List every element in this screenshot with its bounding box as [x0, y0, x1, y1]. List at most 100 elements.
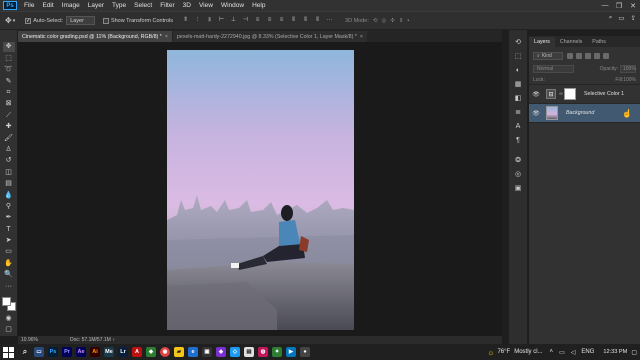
- distribute-hcenter-icon[interactable]: ⦀: [301, 16, 310, 25]
- type-filter-icon[interactable]: [584, 53, 591, 59]
- windows-start-icon[interactable]: [3, 346, 14, 358]
- layer-name[interactable]: Background: [566, 110, 594, 116]
- eye-icon[interactable]: 👁: [532, 91, 540, 98]
- app4-taskbar-icon[interactable]: ◇: [230, 347, 240, 357]
- show-transform-toggle[interactable]: Show Transform Controls: [102, 17, 173, 24]
- task-view-icon[interactable]: ▭: [34, 347, 44, 357]
- folder-taskbar-icon[interactable]: ▰: [174, 347, 184, 357]
- tab-channels[interactable]: Channels: [555, 37, 587, 47]
- quick-mask-icon[interactable]: ◉: [3, 313, 15, 323]
- photoshop-taskbar-icon[interactable]: Ps: [48, 347, 58, 357]
- app8-taskbar-icon[interactable]: ▶: [286, 347, 296, 357]
- menu-3d[interactable]: 3D: [179, 2, 195, 9]
- layer-thumbnail[interactable]: [546, 106, 558, 120]
- close-button[interactable]: ✕: [626, 0, 640, 11]
- paths-panel-icon[interactable]: ▣: [513, 184, 523, 194]
- menu-image[interactable]: Image: [58, 2, 84, 9]
- character-panel-icon[interactable]: A: [513, 122, 523, 132]
- align-left-icon[interactable]: ⊢: [217, 16, 226, 25]
- layer-name[interactable]: Selective Color 1: [584, 91, 624, 97]
- history-panel-icon[interactable]: ⟲: [513, 38, 523, 48]
- workspace-icon[interactable]: ▭: [618, 14, 624, 22]
- illustrator-taskbar-icon[interactable]: Ai: [90, 347, 100, 357]
- distribute-left-icon[interactable]: ⦀: [289, 16, 298, 25]
- pen-tool-icon[interactable]: ✒: [3, 213, 15, 223]
- quick-select-tool-icon[interactable]: ✎: [3, 76, 15, 86]
- menu-filter[interactable]: Filter: [156, 2, 178, 9]
- chevron-up-icon[interactable]: ˄: [550, 349, 554, 355]
- rotate-3d-icon[interactable]: ⟲: [373, 18, 378, 24]
- lightroom-taskbar-icon[interactable]: Lr: [118, 347, 128, 357]
- zoom-level[interactable]: 10.96%: [21, 337, 38, 343]
- chrome-taskbar-icon[interactable]: ◉: [160, 347, 170, 357]
- fill-input[interactable]: 100%: [623, 77, 636, 83]
- tab-layers[interactable]: Layers: [529, 37, 555, 47]
- scale-3d-icon[interactable]: ▪: [408, 18, 410, 24]
- color-panel-icon[interactable]: ◐: [513, 66, 523, 76]
- pixel-filter-icon[interactable]: [566, 53, 573, 59]
- tab-pexels-matt-hardy[interactable]: pexels-matt-hardy-2272940.jpg @ 8.33% (S…: [172, 31, 367, 42]
- align-vcenter-icon[interactable]: ⫶: [193, 16, 202, 25]
- menu-layer[interactable]: Layer: [84, 2, 108, 9]
- menu-type[interactable]: Type: [108, 2, 130, 9]
- search-icon[interactable]: ⌕: [609, 14, 613, 22]
- language-indicator[interactable]: ENG: [581, 349, 594, 355]
- app7-taskbar-icon[interactable]: ✦: [272, 347, 282, 357]
- distribute-right-icon[interactable]: ⦀: [313, 16, 322, 25]
- zoom-tool-icon[interactable]: 🔍: [3, 270, 15, 280]
- restore-button[interactable]: ❐: [612, 0, 626, 11]
- media-encoder-taskbar-icon[interactable]: Me: [104, 347, 114, 357]
- distribute-bottom-icon[interactable]: ≡: [277, 16, 286, 25]
- edge-taskbar-icon[interactable]: e: [188, 347, 198, 357]
- clock[interactable]: 12:33 PM: [603, 349, 627, 356]
- brush-tool-icon[interactable]: 🖌: [3, 133, 15, 143]
- app5-taskbar-icon[interactable]: ▤: [244, 347, 254, 357]
- swatches-panel-icon[interactable]: ▦: [513, 80, 523, 90]
- document-canvas[interactable]: [167, 50, 354, 330]
- roll-3d-icon[interactable]: ◎: [381, 18, 386, 24]
- tab-paths[interactable]: Paths: [587, 37, 611, 47]
- app-taskbar-icon[interactable]: ◆: [146, 347, 156, 357]
- share-icon[interactable]: ⇪: [631, 14, 636, 22]
- auto-select-toggle[interactable]: ✓ Auto-Select: Layer: [25, 16, 95, 25]
- channels-panel-icon[interactable]: ◎: [513, 170, 523, 180]
- brush-settings-icon[interactable]: ⬚: [513, 52, 523, 62]
- paragraph-panel-icon[interactable]: ¶: [513, 136, 523, 146]
- layer-row-selective-color[interactable]: 👁 ⊟ ∞ Selective Color 1: [529, 85, 640, 104]
- acrobat-taskbar-icon[interactable]: A: [132, 347, 142, 357]
- layer-mask-thumbnail[interactable]: [564, 88, 576, 100]
- more-options-icon[interactable]: ···: [325, 16, 334, 25]
- adjustment-filter-icon[interactable]: [575, 53, 582, 59]
- color-swatches[interactable]: [1, 296, 16, 311]
- eye-icon[interactable]: 👁: [532, 110, 540, 117]
- minimize-button[interactable]: —: [598, 0, 612, 11]
- opacity-input[interactable]: 100%: [620, 64, 636, 73]
- dodge-tool-icon[interactable]: ⚲: [3, 201, 15, 211]
- layer-row-background[interactable]: 👁 Background ☝: [529, 104, 640, 123]
- eyedropper-tool-icon[interactable]: ⟋: [3, 110, 15, 120]
- path-select-tool-icon[interactable]: ➤: [3, 236, 15, 246]
- move-tool-preset[interactable]: ✥ ▾: [5, 16, 15, 25]
- align-bottom-icon[interactable]: ⫫: [205, 16, 214, 25]
- align-hcenter-icon[interactable]: ⊥: [229, 16, 238, 25]
- search-icon[interactable]: ⌕: [20, 347, 30, 357]
- menu-help[interactable]: Help: [248, 2, 269, 9]
- slide-3d-icon[interactable]: ⇕: [399, 18, 404, 24]
- distribute-vcenter-icon[interactable]: ≡: [265, 16, 274, 25]
- blur-tool-icon[interactable]: 💧: [3, 190, 15, 200]
- tab-cinematic-color-grading[interactable]: Cinematic color grading.psd @ 11% (Backg…: [18, 31, 172, 42]
- weather-text[interactable]: Mostly cl...: [514, 349, 542, 355]
- menu-view[interactable]: View: [195, 2, 217, 9]
- volume-icon[interactable]: ◁: [571, 349, 576, 356]
- more-tools-icon[interactable]: ···: [3, 281, 15, 291]
- history-brush-tool-icon[interactable]: ↺: [3, 156, 15, 166]
- align-top-icon[interactable]: ⫪: [181, 16, 190, 25]
- gradient-tool-icon[interactable]: ▤: [3, 179, 15, 189]
- lasso-tool-icon[interactable]: ➰: [3, 65, 15, 75]
- foreground-color-swatch[interactable]: [1, 296, 11, 306]
- frame-tool-icon[interactable]: ⊠: [3, 99, 15, 109]
- shape-tool-icon[interactable]: ▭: [3, 247, 15, 257]
- notification-icon[interactable]: ▢: [631, 349, 637, 356]
- app9-taskbar-icon[interactable]: ●: [300, 347, 310, 357]
- libraries-panel-icon[interactable]: ❂: [513, 156, 523, 166]
